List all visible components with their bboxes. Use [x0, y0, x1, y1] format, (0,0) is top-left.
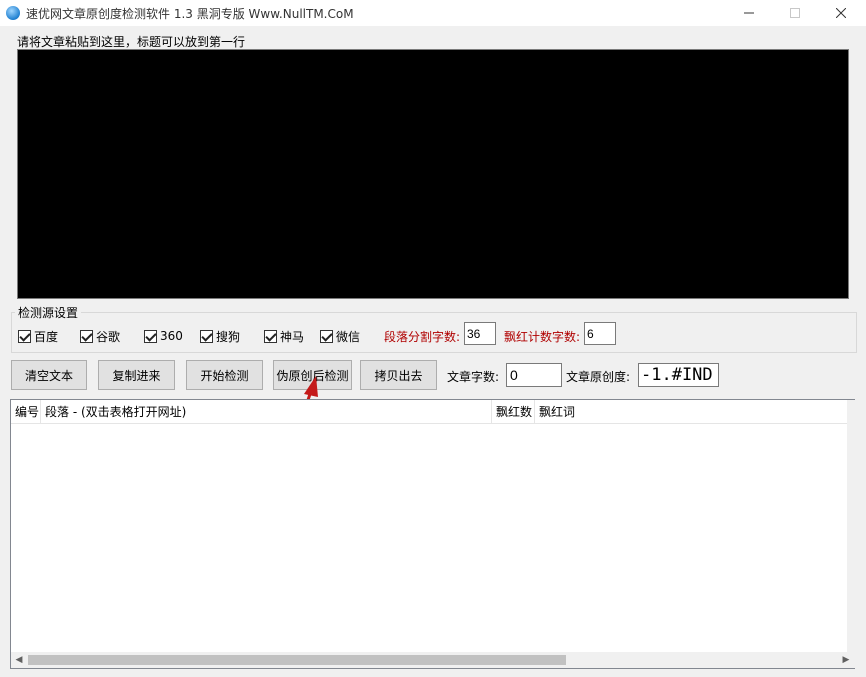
- maximize-button[interactable]: [772, 0, 818, 26]
- editor-label: 请将文章粘贴到这里，标题可以放到第一行: [17, 35, 246, 49]
- column-header-red-words[interactable]: 飘红词: [535, 400, 847, 424]
- maximize-icon: [790, 8, 800, 18]
- checkbox-label: 神马: [280, 329, 305, 344]
- minimize-button[interactable]: [726, 0, 772, 26]
- source-settings-title: 检测源设置: [15, 304, 82, 321]
- column-header-id[interactable]: 编号: [11, 400, 41, 424]
- scroll-left-icon[interactable]: ◀: [11, 652, 27, 668]
- scroll-right-icon[interactable]: ▶: [838, 652, 854, 668]
- vertical-scrollbar[interactable]: [847, 400, 855, 668]
- checkbox-label: 谷歌: [96, 329, 121, 344]
- red-count-input[interactable]: [584, 322, 616, 345]
- article-text-area[interactable]: [17, 49, 849, 299]
- originality-value: -1.#IND: [638, 363, 719, 387]
- scrollbar-thumb[interactable]: [28, 655, 566, 665]
- checkbox-checked-icon: [200, 329, 213, 343]
- close-icon: [836, 8, 846, 18]
- checkbox-360[interactable]: 360: [144, 328, 183, 344]
- column-header-red-count[interactable]: 飘红数: [492, 400, 535, 424]
- checkbox-checked-icon: [320, 329, 333, 343]
- results-table[interactable]: 编号 段落 - (双击表格打开网址) 飘红数 飘红词 ◀ ▶: [10, 399, 855, 669]
- word-count-field[interactable]: [506, 363, 562, 387]
- checkbox-label: 百度: [34, 329, 59, 344]
- checkbox-baidu[interactable]: 百度: [18, 328, 58, 344]
- split-count-label: 段落分割字数:: [384, 330, 461, 344]
- copy-in-button[interactable]: 复制进来: [98, 360, 175, 390]
- minimize-icon: [744, 12, 754, 14]
- window-title: 速优网文章原创度检测软件 1.3 黑洞专版 Www.NullTM.CoM: [26, 7, 354, 21]
- start-check-button[interactable]: 开始检测: [186, 360, 263, 390]
- copy-out-button[interactable]: 拷贝出去: [360, 360, 437, 390]
- split-count-input[interactable]: [464, 322, 496, 345]
- checkbox-checked-icon: [18, 329, 31, 343]
- red-count-label: 飘红计数字数:: [504, 330, 581, 344]
- checkbox-label: 360: [160, 329, 183, 343]
- checkbox-label: 搜狗: [216, 329, 241, 344]
- horizontal-scrollbar[interactable]: ◀ ▶: [11, 652, 854, 668]
- checkbox-checked-icon: [264, 329, 277, 343]
- close-button[interactable]: [818, 0, 864, 26]
- checkbox-checked-icon: [144, 329, 157, 343]
- checkbox-sogou[interactable]: 搜狗: [200, 328, 240, 344]
- app-globe-icon: [6, 6, 20, 20]
- checkbox-label: 微信: [336, 329, 361, 344]
- column-header-paragraph[interactable]: 段落 - (双击表格打开网址): [41, 400, 492, 424]
- originality-label: 文章原创度:: [566, 370, 631, 384]
- checkbox-google[interactable]: 谷歌: [80, 328, 120, 344]
- title-bar: 速优网文章原创度检测软件 1.3 黑洞专版 Www.NullTM.CoM: [0, 0, 866, 26]
- checkbox-checked-icon: [80, 329, 93, 343]
- word-count-label: 文章字数:: [447, 370, 500, 384]
- checkbox-shenma[interactable]: 神马: [264, 328, 304, 344]
- clear-text-button[interactable]: 清空文本: [11, 360, 87, 390]
- checkbox-weixin[interactable]: 微信: [320, 328, 360, 344]
